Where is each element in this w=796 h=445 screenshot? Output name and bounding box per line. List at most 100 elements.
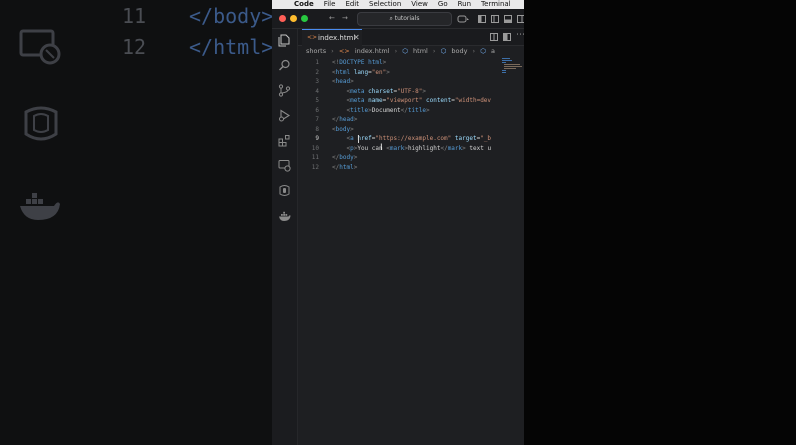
breadcrumb-item-a[interactable]: a [491,47,495,55]
menu-edit[interactable]: Edit [345,0,359,9]
line-number: 11 [311,154,319,161]
bg-code-line: </html> [189,35,272,59]
back-arrow-icon[interactable]: ← [329,14,335,22]
bg-line-number: 12 [122,35,147,59]
tab-label: index.html [318,34,356,42]
code-text: <p>You can <mark>highlight</mark> text u [346,144,492,152]
menu-go[interactable]: Go [438,0,448,9]
source-control-icon[interactable] [278,84,291,97]
activity-bar [272,29,298,445]
code-line[interactable]: 1 <!DOCTYPE html> [298,58,524,68]
tab-index-html[interactable]: <> index.html ✕ [302,29,362,46]
close-tab-button[interactable]: ✕ [353,33,360,42]
open-changes-icon[interactable] [503,33,511,43]
command-center-search[interactable]: ⌕ tutorials [357,12,452,26]
toggle-panel-icon[interactable] [504,15,512,23]
code-line[interactable]: 10 <p>You can <mark>highlight</mark> tex… [298,144,524,154]
run-debug-icon[interactable] [278,109,291,122]
menu-run[interactable]: Run [458,0,471,9]
code-line[interactable]: 2 <html lang="en"> [298,68,524,78]
code-line[interactable]: 9 <a href="https://example.com" target="… [298,134,524,144]
code-line[interactable]: 5 <meta name="viewport" content="width=d… [298,96,524,106]
docker-icon [20,193,60,220]
breadcrumb-item-body[interactable]: body [451,47,467,55]
line-number: 12 [311,163,319,171]
toggle-sidebar-icon[interactable] [491,15,499,23]
text-cursor [358,135,359,143]
breadcrumb-item-html[interactable]: html [413,47,428,55]
code-text: </html> [332,163,358,171]
chevron-right-icon: › [394,47,398,55]
html-file-icon: <> [338,47,350,55]
more-actions-icon[interactable]: ⋯ [516,31,524,40]
editor-tab-bar: <> index.html ✕ ⋯ [298,29,524,46]
breadcrumb-item-file[interactable]: index.html [355,47,390,55]
menu-terminal[interactable]: Terminal [481,0,511,9]
code-line[interactable]: 6 <title>Document</title> [298,106,524,116]
element-icon: ⬡ [440,47,447,55]
macos-menubar: Code File Edit Selection View Go Run Ter… [272,0,524,9]
extensions-icon[interactable] [278,134,291,147]
bg-line-number: 11 [122,4,147,28]
close-window-button[interactable] [279,15,286,22]
chevron-right-icon: › [432,47,436,55]
docker-icon[interactable] [278,210,291,223]
line-number: 9 [315,135,319,142]
breadcrumb: shorts › <> index.html › ⬡ html › ⬡ body… [306,47,498,57]
bg-code-line: </body> [189,4,272,28]
code-text: <html lang="en"> [332,68,390,76]
line-number: 8 [315,125,319,133]
html-file-icon: <> [307,34,318,41]
code-line[interactable]: 7 </head> [298,115,524,125]
code-text: <!DOCTYPE html> [332,59,387,66]
element-icon: ⬡ [480,47,486,55]
code-text: <a href="https://example.com" target="_b [346,135,492,142]
remote-explorer-icon [19,29,61,65]
toggle-secondary-sidebar-icon[interactable] [517,15,524,23]
forward-arrow-icon[interactable]: → [342,14,348,22]
background-dark-area [524,0,796,445]
search-label: tutorials [394,15,420,22]
minimap[interactable] [502,58,522,78]
minimize-window-button[interactable] [290,15,297,22]
line-number: 6 [315,106,319,114]
toggle-primary-sidebar-icon[interactable] [478,15,486,23]
code-line[interactable]: 8 <body> [298,125,524,135]
line-number: 1 [315,59,319,66]
code-text: <meta name="viewport" content="width=dev [346,97,492,104]
database-icon[interactable] [278,184,291,197]
code-text: <title>Document</title> [346,106,430,114]
code-text: <meta charset="UTF-8"> [346,87,426,95]
code-text: <head> [332,78,354,85]
line-number: 3 [315,78,319,85]
line-number: 2 [315,68,319,76]
code-line[interactable]: 12 </html> [298,163,524,173]
code-text: </body> [332,154,358,161]
element-icon: ⬡ [402,47,408,55]
code-editor[interactable]: 1 <!DOCTYPE html> 2 <html lang="en"> 3 <head>… [298,58,524,445]
split-editor-icon[interactable] [490,33,498,43]
menu-selection[interactable]: Selection [369,0,401,9]
zoom-window-button[interactable] [301,15,308,22]
line-number: 10 [311,144,319,152]
line-number: 4 [315,87,319,95]
code-line[interactable]: 3 <head> [298,77,524,87]
code-line[interactable]: 4 <meta charset="UTF-8"> [298,87,524,97]
breadcrumb-item-shorts[interactable]: shorts [306,47,326,55]
code-text: <body> [332,125,354,133]
database-icon [24,106,58,141]
code-line[interactable]: 11 </body> [298,153,524,163]
search-icon[interactable] [278,59,291,72]
mouse-ibeam-cursor: I [380,142,383,153]
menu-file[interactable]: File [324,0,336,9]
line-number: 5 [315,97,319,104]
menu-view[interactable]: View [411,0,428,9]
explorer-icon[interactable] [278,34,291,47]
remote-explorer-icon[interactable] [278,159,291,172]
chevron-right-icon: › [472,47,476,55]
code-text: </head> [332,116,358,123]
copilot-icon[interactable] [457,14,469,23]
title-bar: ← → ⌕ tutorials [272,9,524,29]
menu-app-name[interactable]: Code [294,0,314,9]
line-number: 7 [315,116,319,123]
